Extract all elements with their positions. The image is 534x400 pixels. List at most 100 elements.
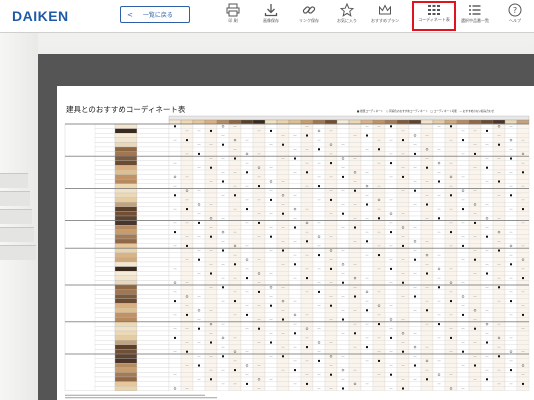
- table-cell: [300, 363, 314, 368]
- table-cell: [240, 358, 254, 364]
- row-swatch: [114, 174, 138, 180]
- table-cell: [444, 156, 458, 161]
- table-cell: [204, 363, 218, 368]
- table-cell: [492, 146, 506, 152]
- table-cell: [384, 340, 398, 345]
- table-cell: [204, 275, 218, 281]
- print-button[interactable]: 印 刷: [214, 2, 252, 30]
- mark-filled: [174, 231, 176, 234]
- table-cell: [288, 289, 302, 295]
- table-cell: [312, 234, 326, 240]
- table-cell: [336, 340, 350, 345]
- table-cell: [228, 386, 242, 391]
- table-cell: [312, 363, 326, 368]
- row-code-cell: [94, 179, 116, 184]
- table-cell: [384, 381, 398, 387]
- help-label: ヘルプ: [509, 18, 521, 23]
- table-cell: [336, 303, 350, 309]
- coordinate-table-sheet[interactable]: 建具とのおすすめコーディネート表 ■ 推奨コーディネート ○ 同系色のおすすめコ…: [57, 86, 534, 400]
- table-cell: [300, 284, 314, 290]
- coordinate-table-button[interactable]: コーディネート表: [412, 1, 456, 31]
- table-cell: [504, 202, 518, 207]
- table-cell: [288, 188, 302, 194]
- row-swatch: [114, 229, 138, 235]
- table-cell: [420, 280, 434, 286]
- table-cell: [516, 188, 530, 194]
- table-cell: [288, 179, 302, 184]
- table-cell: [492, 372, 506, 378]
- table-cell: [312, 312, 326, 318]
- help-button[interactable]: ? ヘルプ: [496, 2, 534, 30]
- table-cell: [516, 123, 530, 129]
- table-cell: [264, 298, 278, 304]
- table-cell: [468, 261, 482, 267]
- mark-filled: [294, 157, 296, 160]
- table-cell: [204, 220, 218, 226]
- table-cell: [384, 169, 398, 175]
- mark-filled: [450, 231, 452, 234]
- table-cell: [372, 234, 386, 240]
- table-cell: [252, 335, 266, 341]
- row-code-cell: [94, 257, 116, 263]
- row-swatch: [114, 321, 138, 327]
- table-cell: [504, 271, 518, 276]
- mark-filled: [210, 235, 212, 238]
- table-cell: [264, 206, 278, 212]
- table-cell: [372, 179, 386, 184]
- favorite-button[interactable]: お気に入り: [328, 2, 366, 30]
- back-to-list-button[interactable]: < 一覧に戻る: [120, 6, 190, 23]
- table-cell: [252, 367, 266, 373]
- table-cell: [192, 298, 206, 304]
- table-cell: [504, 128, 518, 134]
- table-cell: [492, 229, 506, 235]
- row-swatch: [114, 146, 138, 152]
- save-image-button[interactable]: 画像保存: [252, 2, 290, 30]
- mark-filled: [450, 300, 452, 303]
- table-cell: [480, 252, 494, 258]
- table-cell: [216, 330, 230, 336]
- table-cell: [204, 133, 218, 138]
- table-cell: [432, 238, 446, 244]
- table-cell: [504, 326, 518, 332]
- table-cell: [300, 294, 314, 299]
- table-cell: [384, 179, 398, 184]
- table-cell: [396, 381, 410, 387]
- table-cell: [360, 294, 374, 299]
- table-cell: [228, 372, 242, 378]
- table-cell: [312, 257, 326, 263]
- table-cell: [180, 123, 194, 129]
- table-cell: [240, 284, 254, 290]
- mark-filled: [354, 189, 356, 192]
- table-cell: [276, 298, 290, 304]
- grid-table-icon: [428, 5, 440, 15]
- table-cell: [504, 174, 518, 180]
- recommended-plan-button[interactable]: おすすめプラン: [366, 2, 404, 30]
- row-code-cell: [94, 376, 116, 382]
- table-cell: [288, 151, 302, 157]
- mark-filled: [270, 304, 272, 307]
- row-name-cell: [136, 321, 170, 327]
- table-cell: [312, 142, 326, 148]
- row-swatch: [114, 179, 138, 184]
- table-cell: [264, 381, 278, 387]
- mark-filled: [402, 281, 404, 284]
- table-cell: [348, 252, 362, 258]
- mark-filled: [282, 355, 284, 358]
- table-cell: [228, 280, 242, 286]
- mark-filled: [294, 369, 296, 372]
- table-cell: [480, 321, 494, 327]
- save-link-button[interactable]: リンク保存: [290, 2, 328, 30]
- table-cell: [240, 317, 254, 322]
- selected-items-list-button[interactable]: 選択中品番一覧: [456, 2, 494, 30]
- mark-filled: [222, 180, 224, 183]
- row-swatch: [114, 137, 138, 143]
- table-cell: [516, 192, 530, 198]
- mark-filled: [414, 189, 416, 192]
- table-cell: [468, 321, 482, 327]
- table-cell: [240, 234, 254, 240]
- group-separator: [65, 220, 529, 221]
- table-cell: [204, 344, 218, 350]
- table-cell: [240, 298, 254, 304]
- table-cell: [276, 381, 290, 387]
- table-cell: [408, 128, 422, 134]
